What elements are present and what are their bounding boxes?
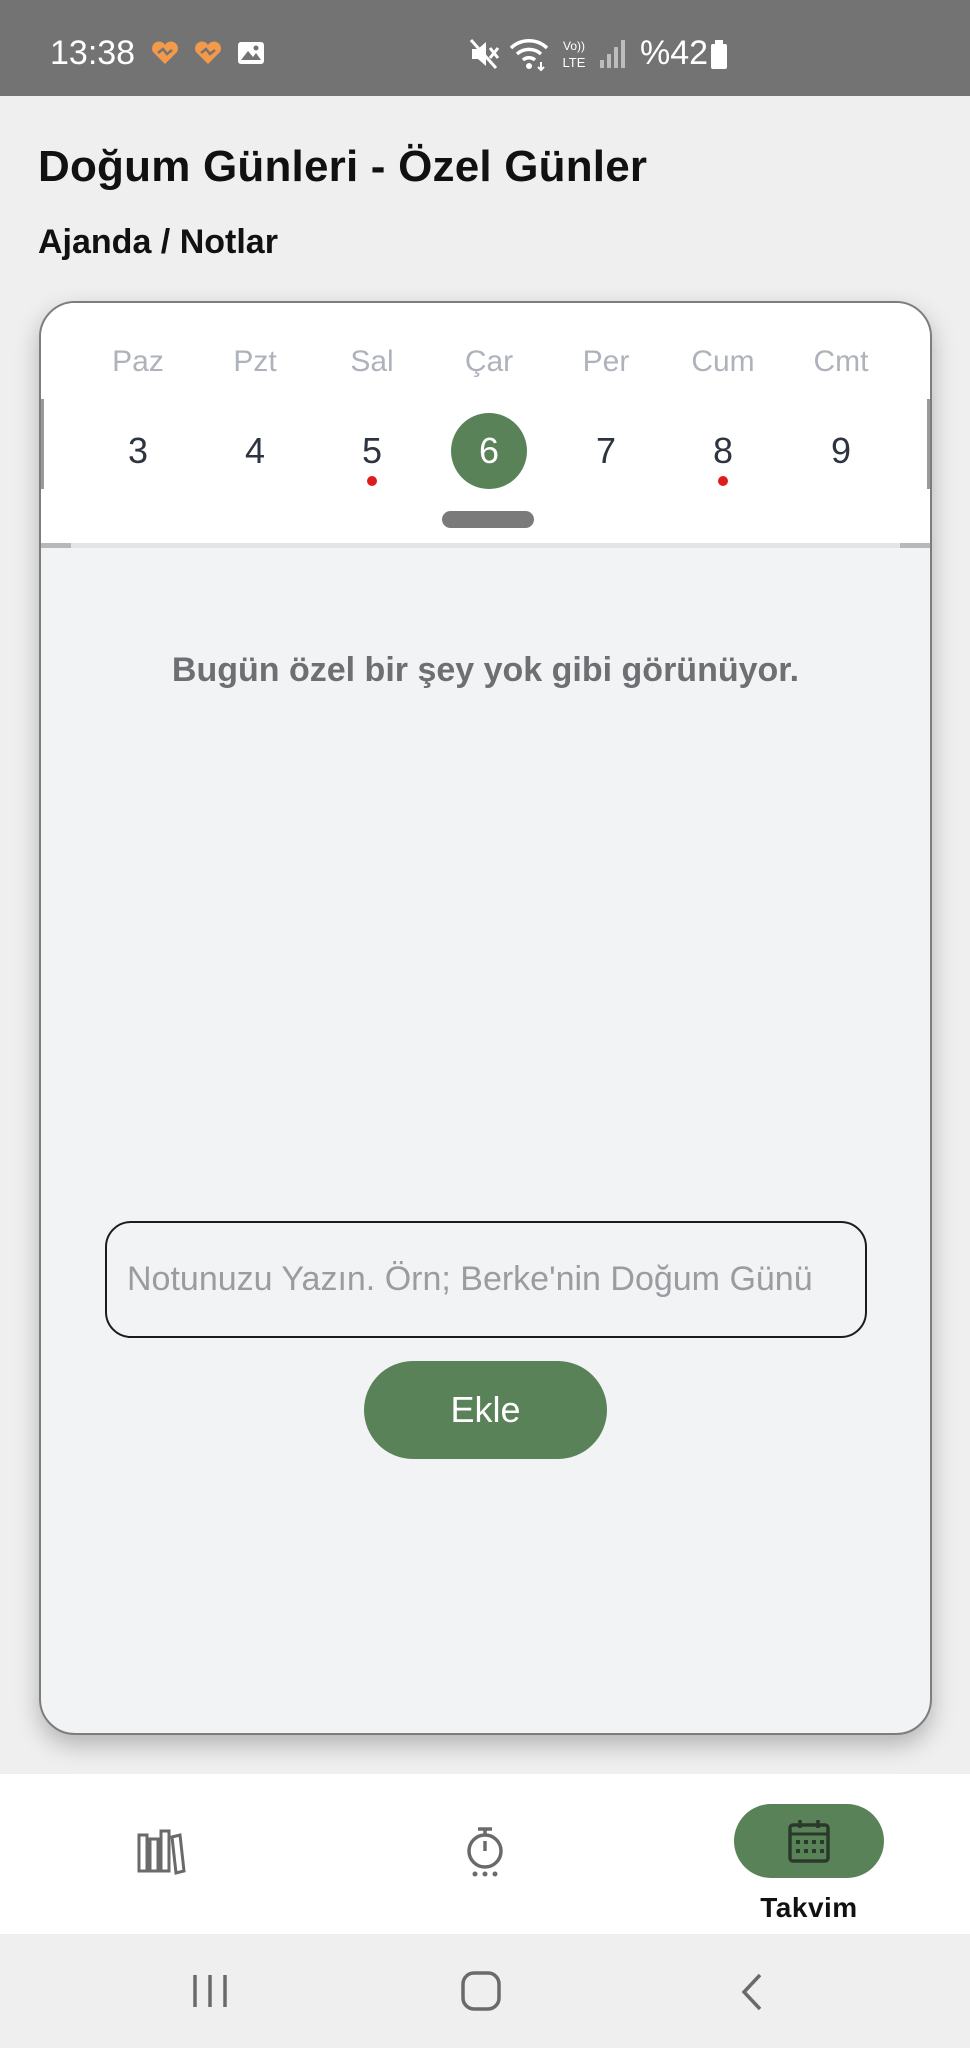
- add-note-button[interactable]: Ekle: [364, 1361, 607, 1459]
- calendar-icon: [788, 1820, 830, 1863]
- week-strip-divider: [41, 543, 930, 548]
- bottom-navigation: Takvim: [0, 1774, 970, 1934]
- home-icon[interactable]: [460, 1970, 502, 2012]
- battery-icon: [711, 40, 727, 69]
- svg-text:Vo)): Vo)): [563, 39, 585, 53]
- nav-item-library[interactable]: [100, 1774, 220, 1934]
- day-thursday[interactable]: Per 7: [556, 303, 656, 533]
- agenda-card: Paz 3 Pzt 4 Sal 5 Çar 6 Per 7 Cum 8 Cmt …: [39, 301, 932, 1735]
- week-strip-edge: [41, 399, 44, 489]
- day-name: Paz: [112, 345, 164, 378]
- heart-notif-icon: [195, 41, 221, 64]
- library-icon: [137, 1829, 186, 1875]
- day-wednesday[interactable]: Çar 6: [439, 303, 539, 533]
- event-dot: [367, 476, 377, 486]
- day-name: Sal: [350, 345, 394, 378]
- day-number: 8: [712, 430, 734, 471]
- day-name: Pzt: [233, 345, 277, 378]
- recent-apps-icon[interactable]: [190, 1972, 230, 2010]
- svg-text:LTE: LTE: [563, 55, 586, 70]
- day-number-circle: 4: [217, 413, 293, 489]
- nav-label-calendar: Takvim: [760, 1892, 858, 1923]
- day-number: 4: [244, 430, 266, 471]
- signal-icon: [600, 40, 625, 68]
- day-number-circle: 7: [568, 413, 644, 489]
- day-number: 6: [478, 430, 500, 471]
- nav-item-calendar[interactable]: Takvim: [734, 1774, 884, 1934]
- week-strip: Paz 3 Pzt 4 Sal 5 Çar 6 Per 7 Cum 8 Cmt …: [41, 303, 930, 545]
- day-number-circle: 9: [803, 413, 879, 489]
- day-tuesday[interactable]: Sal 5: [322, 303, 422, 533]
- status-bar: 13:38 Vo)) LTE %42: [0, 0, 970, 96]
- day-name: Cmt: [813, 345, 869, 378]
- battery-percent: %42: [640, 34, 709, 72]
- system-navigation-bar: [0, 1934, 970, 2048]
- image-notif-icon: [238, 42, 264, 64]
- volte-icon: Vo)) LTE: [563, 39, 586, 70]
- day-number-circle: 3: [100, 413, 176, 489]
- selected-day-circle: 6: [451, 413, 527, 489]
- divider-tick: [900, 543, 930, 548]
- day-number: 7: [595, 430, 617, 471]
- nav-item-timer[interactable]: [425, 1774, 545, 1934]
- heart-notif-icon: [152, 41, 178, 64]
- day-number: 5: [361, 430, 383, 471]
- page-title: Doğum Günleri - Özel Günler: [38, 142, 648, 191]
- wifi-icon: [509, 39, 549, 72]
- note-input[interactable]: [105, 1221, 867, 1338]
- status-time: 13:38: [50, 34, 136, 72]
- event-dot: [718, 476, 728, 486]
- page-subtitle: Ajanda / Notlar: [38, 223, 278, 261]
- empty-state-message: Bugün özel bir şey yok gibi görünüyor.: [171, 651, 800, 689]
- week-strip-edge: [927, 399, 930, 489]
- day-saturday[interactable]: Cmt 9: [791, 303, 891, 533]
- mute-icon: [469, 39, 500, 69]
- divider-tick: [41, 543, 71, 548]
- day-number: 9: [830, 430, 852, 471]
- day-friday[interactable]: Cum 8: [673, 303, 773, 533]
- day-name: Çar: [464, 345, 514, 378]
- day-monday[interactable]: Pzt 4: [205, 303, 305, 533]
- day-sunday[interactable]: Paz 3: [88, 303, 188, 533]
- timer-icon: [467, 1827, 503, 1877]
- day-number: 3: [127, 430, 149, 471]
- back-icon[interactable]: [738, 1972, 766, 2012]
- day-name: Per: [582, 345, 630, 378]
- expand-drag-handle[interactable]: [442, 511, 534, 528]
- day-name: Cum: [691, 345, 755, 378]
